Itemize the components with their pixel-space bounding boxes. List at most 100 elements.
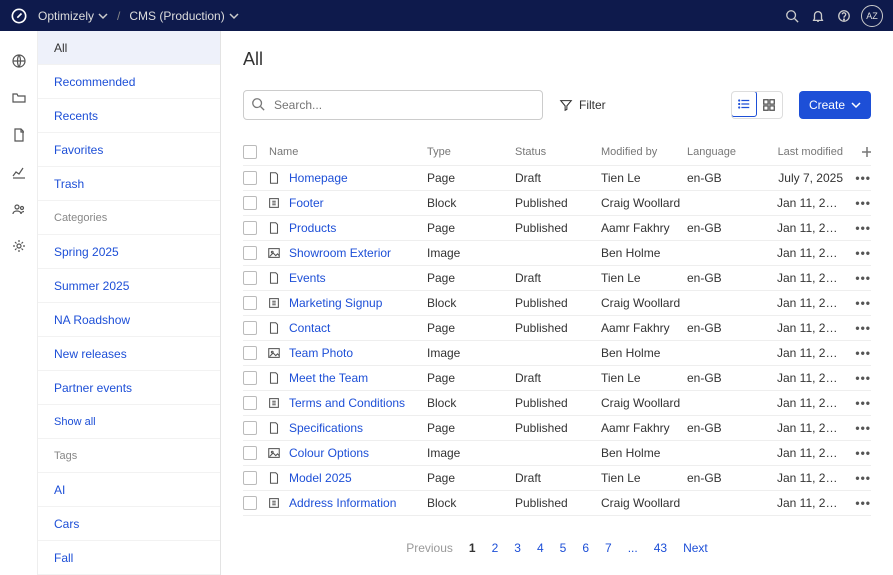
row-checkbox[interactable] — [243, 221, 257, 235]
row-actions-button[interactable]: ••• — [849, 471, 871, 485]
pager-page[interactable]: 1 — [469, 541, 476, 555]
sidebar-show-all[interactable]: Show all — [38, 405, 220, 439]
col-status[interactable]: Status — [515, 146, 601, 158]
row-checkbox[interactable] — [243, 396, 257, 410]
row-last-modified: Jan 11, 2025 — [777, 346, 849, 360]
table-row: Terms and ConditionsBlockPublishedCraig … — [243, 391, 871, 416]
sidebar-tag[interactable]: AI — [38, 473, 220, 507]
sidebar-category[interactable]: NA Roadshow — [38, 303, 220, 337]
row-checkbox[interactable] — [243, 471, 257, 485]
pager-page[interactable]: 5 — [560, 541, 567, 555]
row-last-modified: Jan 11, 2025 — [777, 496, 849, 510]
rail-pages[interactable] — [9, 125, 29, 145]
row-actions-button[interactable]: ••• — [849, 246, 871, 260]
row-type: Image — [427, 246, 515, 260]
view-list-button[interactable] — [731, 91, 757, 117]
row-checkbox[interactable] — [243, 421, 257, 435]
view-grid-button[interactable] — [756, 92, 782, 118]
col-modified-by[interactable]: Modified by — [601, 146, 687, 158]
sidebar-category[interactable]: Summer 2025 — [38, 269, 220, 303]
app-logo[interactable] — [0, 6, 38, 26]
row-name[interactable]: Terms and Conditions — [267, 396, 427, 410]
sidebar-item[interactable]: Recents — [38, 99, 220, 133]
col-type[interactable]: Type — [427, 146, 515, 158]
row-actions-button[interactable]: ••• — [849, 271, 871, 285]
pager-page[interactable]: 4 — [537, 541, 544, 555]
pager-next[interactable]: Next — [683, 541, 708, 555]
search-button[interactable] — [779, 3, 805, 29]
sidebar-tag[interactable]: Cars — [38, 507, 220, 541]
row-checkbox[interactable] — [243, 496, 257, 510]
pager-previous[interactable]: Previous — [406, 541, 453, 555]
row-actions-button[interactable]: ••• — [849, 346, 871, 360]
sidebar-item[interactable]: Recommended — [38, 65, 220, 99]
pager-page[interactable]: 3 — [514, 541, 521, 555]
row-name[interactable]: Homepage — [267, 171, 427, 185]
row-actions-button[interactable]: ••• — [849, 321, 871, 335]
row-checkbox[interactable] — [243, 271, 257, 285]
row-name[interactable]: Address Information — [267, 496, 427, 510]
create-button[interactable]: Create — [799, 91, 871, 119]
col-name[interactable]: Name — [267, 146, 427, 158]
row-name[interactable]: Contact — [267, 321, 427, 335]
col-language[interactable]: Language — [687, 146, 777, 158]
rail-settings[interactable] — [9, 236, 29, 256]
row-name[interactable]: Marketing Signup — [267, 296, 427, 310]
row-actions-button[interactable]: ••• — [849, 446, 871, 460]
search-input[interactable] — [243, 90, 543, 120]
row-checkbox[interactable] — [243, 296, 257, 310]
breadcrumb-project[interactable]: CMS (Production) — [129, 9, 238, 23]
row-actions-button[interactable]: ••• — [849, 196, 871, 210]
rail-analytics[interactable] — [9, 162, 29, 182]
sidebar-category[interactable]: New releases — [38, 337, 220, 371]
pager-page[interactable]: 7 — [605, 541, 612, 555]
rail-dashboard[interactable] — [9, 51, 29, 71]
row-name[interactable]: Products — [267, 221, 427, 235]
row-name[interactable]: Footer — [267, 196, 427, 210]
breadcrumb-org[interactable]: Optimizely — [38, 9, 108, 23]
row-name[interactable]: Events — [267, 271, 427, 285]
user-avatar[interactable]: AZ — [861, 5, 883, 27]
row-name[interactable]: Model 2025 — [267, 471, 427, 485]
filter-button[interactable]: Filter — [559, 98, 606, 112]
row-language: en-GB — [687, 421, 777, 435]
row-checkbox[interactable] — [243, 246, 257, 260]
row-actions-button[interactable]: ••• — [849, 296, 871, 310]
sidebar-category[interactable]: Partner events — [38, 371, 220, 405]
row-actions-button[interactable]: ••• — [849, 221, 871, 235]
row-actions-button[interactable]: ••• — [849, 396, 871, 410]
table-row: Colour OptionsImageBen HolmeJan 11, 2025… — [243, 441, 871, 466]
row-checkbox[interactable] — [243, 171, 257, 185]
sidebar-tag[interactable]: Fall — [38, 541, 220, 575]
select-all-checkbox[interactable] — [243, 145, 257, 159]
sidebar-item[interactable]: Favorites — [38, 133, 220, 167]
row-last-modified: Jan 11, 2025 — [777, 446, 849, 460]
rail-users[interactable] — [9, 199, 29, 219]
add-column-button[interactable] — [849, 146, 871, 158]
row-name[interactable]: Colour Options — [267, 446, 427, 460]
sidebar-item[interactable]: Trash — [38, 167, 220, 201]
row-checkbox[interactable] — [243, 346, 257, 360]
pager-page[interactable]: 43 — [654, 541, 667, 555]
rail-folders[interactable] — [9, 88, 29, 108]
row-name[interactable]: Team Photo — [267, 346, 427, 360]
row-name[interactable]: Showroom Exterior — [267, 246, 427, 260]
row-name[interactable]: Specifications — [267, 421, 427, 435]
sidebar-category[interactable]: Spring 2025 — [38, 235, 220, 269]
row-checkbox[interactable] — [243, 196, 257, 210]
sidebar-item[interactable]: All — [38, 31, 220, 65]
pager-page[interactable]: 2 — [492, 541, 499, 555]
row-checkbox[interactable] — [243, 321, 257, 335]
col-last-modified[interactable]: Last modified — [777, 146, 849, 158]
row-actions-button[interactable]: ••• — [849, 371, 871, 385]
notifications-button[interactable] — [805, 3, 831, 29]
row-actions-button[interactable]: ••• — [849, 496, 871, 510]
row-modified-by: Tien Le — [601, 171, 687, 185]
row-actions-button[interactable]: ••• — [849, 421, 871, 435]
pager-page[interactable]: 6 — [582, 541, 589, 555]
row-checkbox[interactable] — [243, 371, 257, 385]
help-button[interactable] — [831, 3, 857, 29]
row-checkbox[interactable] — [243, 446, 257, 460]
row-actions-button[interactable]: ••• — [849, 171, 871, 185]
row-name[interactable]: Meet the Team — [267, 371, 427, 385]
